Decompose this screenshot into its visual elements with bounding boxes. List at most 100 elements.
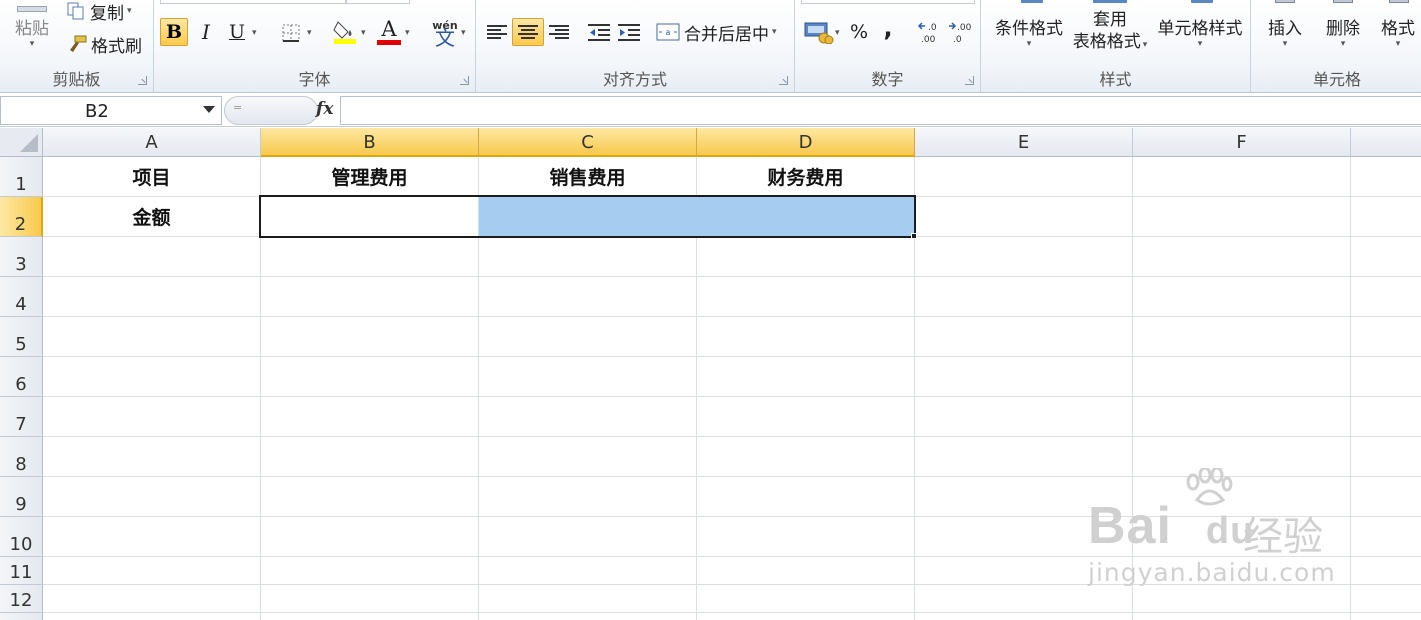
row-header-1[interactable]: 1 bbox=[0, 157, 43, 197]
cell-a1[interactable]: 项目 bbox=[43, 157, 260, 196]
decrease-decimal-button[interactable]: .00.0 bbox=[947, 18, 973, 46]
font-size-box[interactable] bbox=[346, 0, 410, 4]
alignment-group-label: 对齐方式 bbox=[602, 70, 667, 89]
excel-window: 粘贴 ▾ 复制 ▾ 格式刷 剪贴板 B I U ▾ ▾ ▾ A ▾ wén 文 … bbox=[0, 0, 1421, 620]
conditional-format-button[interactable]: 条件格式 ▾ bbox=[985, 8, 1073, 54]
cell-c1[interactable]: 销售费用 bbox=[479, 157, 696, 196]
column-header-a[interactable]: A bbox=[43, 128, 261, 157]
row-header-7[interactable]: 7 bbox=[0, 397, 43, 437]
name-box[interactable]: B2 bbox=[0, 96, 222, 125]
copy-dropdown-icon: ▾ bbox=[127, 6, 132, 16]
increase-decimal-button[interactable]: .0.00 bbox=[917, 18, 943, 46]
align-center-button[interactable] bbox=[512, 18, 544, 46]
decrease-decimal-icon: .00.0 bbox=[949, 22, 972, 45]
formula-controls: = fx bbox=[224, 96, 340, 125]
merge-center-button[interactable]: a 合并后居中 ▾ bbox=[656, 18, 777, 46]
paste-button[interactable]: 粘贴 ▾ bbox=[8, 0, 56, 56]
styles-group-label: 样式 bbox=[1099, 70, 1132, 89]
column-header-f[interactable]: F bbox=[1133, 128, 1351, 157]
column-header-c[interactable]: C bbox=[479, 128, 697, 157]
format-button[interactable]: 格式 ▾ bbox=[1373, 8, 1421, 54]
row-header-4[interactable]: 4 bbox=[0, 277, 43, 317]
grid-line bbox=[43, 356, 1421, 357]
clipboard-launcher-icon[interactable] bbox=[138, 76, 147, 85]
row-header-5[interactable]: 5 bbox=[0, 317, 43, 357]
fill-color-button[interactable] bbox=[332, 18, 358, 46]
accounting-dropdown-icon[interactable]: ▾ bbox=[835, 28, 840, 38]
row-header-9[interactable]: 9 bbox=[0, 477, 43, 517]
worksheet-grid[interactable]: A B C D E F 1 2 3 4 5 6 7 8 9 10 11 12 项… bbox=[0, 128, 1421, 620]
phonetic-dropdown-icon[interactable]: ▾ bbox=[461, 28, 466, 38]
align-left-button[interactable] bbox=[482, 18, 512, 46]
delete-button[interactable]: 删除 ▾ bbox=[1313, 8, 1373, 54]
insert-button[interactable]: 插入 ▾ bbox=[1255, 8, 1315, 54]
cell-b2[interactable] bbox=[261, 197, 478, 236]
font-color-bar bbox=[377, 39, 401, 45]
borders-button[interactable] bbox=[280, 22, 302, 44]
font-group-label: 字体 bbox=[298, 70, 331, 89]
underline-button[interactable]: U bbox=[226, 18, 248, 46]
fill-color-dropdown-icon[interactable]: ▾ bbox=[361, 28, 366, 38]
phonetic-button[interactable]: wén 文 bbox=[430, 16, 460, 48]
font-launcher-icon[interactable] bbox=[460, 76, 469, 85]
table-format-dropdown-icon: ▾ bbox=[1142, 39, 1148, 50]
table-format-button[interactable]: 套用 表格格式 ▾ bbox=[1063, 8, 1157, 56]
column-header-e[interactable]: E bbox=[915, 128, 1133, 157]
row-number: 9 bbox=[15, 494, 27, 515]
grid-line bbox=[43, 396, 1421, 397]
percent-button[interactable]: % bbox=[847, 18, 871, 46]
row-header-8[interactable]: 8 bbox=[0, 437, 43, 477]
number-launcher-icon[interactable] bbox=[965, 76, 974, 85]
increase-indent-button[interactable] bbox=[616, 18, 642, 46]
fill-handle[interactable] bbox=[911, 233, 917, 239]
bold-button[interactable]: B bbox=[160, 18, 188, 46]
decrease-indent-button[interactable] bbox=[586, 18, 612, 46]
increase-decimal-icon: .0.00 bbox=[917, 22, 937, 45]
table-format-label-2: 表格格式 bbox=[1072, 31, 1141, 52]
row-header-12[interactable]: 12 bbox=[0, 585, 43, 613]
cell-d2[interactable] bbox=[697, 197, 914, 236]
row-header-6[interactable]: 6 bbox=[0, 357, 43, 397]
cell-styles-button[interactable]: 单元格样式 ▾ bbox=[1151, 8, 1249, 54]
clipboard-group: 粘贴 ▾ 复制 ▾ 格式刷 剪贴板 bbox=[0, 0, 154, 93]
alignment-launcher-icon[interactable] bbox=[779, 76, 788, 85]
conditional-format-dropdown-icon: ▾ bbox=[1026, 38, 1032, 49]
insert-function-icon[interactable]: fx bbox=[316, 99, 333, 119]
underline-dropdown-icon[interactable]: ▾ bbox=[252, 28, 257, 38]
font-color-dropdown-icon[interactable]: ▾ bbox=[405, 28, 410, 38]
copy-button[interactable]: 复制 ▾ bbox=[66, 0, 132, 24]
font-name-box[interactable] bbox=[160, 0, 346, 4]
grid-line bbox=[914, 157, 915, 620]
borders-dropdown-icon[interactable]: ▾ bbox=[307, 28, 312, 38]
format-icon bbox=[1389, 0, 1409, 3]
row-number: 5 bbox=[15, 334, 27, 355]
row-header-11[interactable]: 11 bbox=[0, 557, 43, 585]
accounting-format-button[interactable] bbox=[803, 18, 835, 46]
cell-d1[interactable]: 财务费用 bbox=[697, 157, 914, 196]
column-header-g[interactable] bbox=[1351, 128, 1421, 157]
column-header-b[interactable]: B bbox=[261, 128, 479, 157]
formula-input[interactable] bbox=[340, 96, 1421, 125]
row-header-13[interactable] bbox=[0, 613, 43, 620]
grid-line bbox=[43, 236, 1421, 237]
cell-c2[interactable] bbox=[479, 197, 696, 236]
italic-button[interactable]: I bbox=[194, 18, 218, 46]
formula-expand-pill[interactable]: = bbox=[224, 96, 318, 125]
delete-label: 删除 bbox=[1326, 18, 1360, 39]
select-all-button[interactable] bbox=[0, 128, 43, 157]
row-header-3[interactable]: 3 bbox=[0, 237, 43, 277]
cell-b1[interactable]: 管理费用 bbox=[261, 157, 478, 196]
comma-button[interactable]: , bbox=[879, 14, 897, 42]
format-painter-button[interactable]: 格式刷 bbox=[66, 32, 142, 57]
row-header-10[interactable]: 10 bbox=[0, 517, 43, 557]
row-header-2[interactable]: 2 bbox=[0, 197, 43, 237]
format-painter-label: 格式刷 bbox=[91, 36, 142, 57]
name-box-dropdown-icon[interactable] bbox=[203, 106, 215, 113]
grid-line bbox=[43, 436, 1421, 437]
cell-a2[interactable]: 金额 bbox=[43, 197, 260, 236]
align-right-button[interactable] bbox=[544, 18, 574, 46]
column-header-d[interactable]: D bbox=[697, 128, 915, 157]
number-format-box[interactable] bbox=[801, 0, 975, 4]
font-color-button[interactable]: A bbox=[376, 16, 402, 46]
accounting-format-icon bbox=[804, 22, 834, 44]
